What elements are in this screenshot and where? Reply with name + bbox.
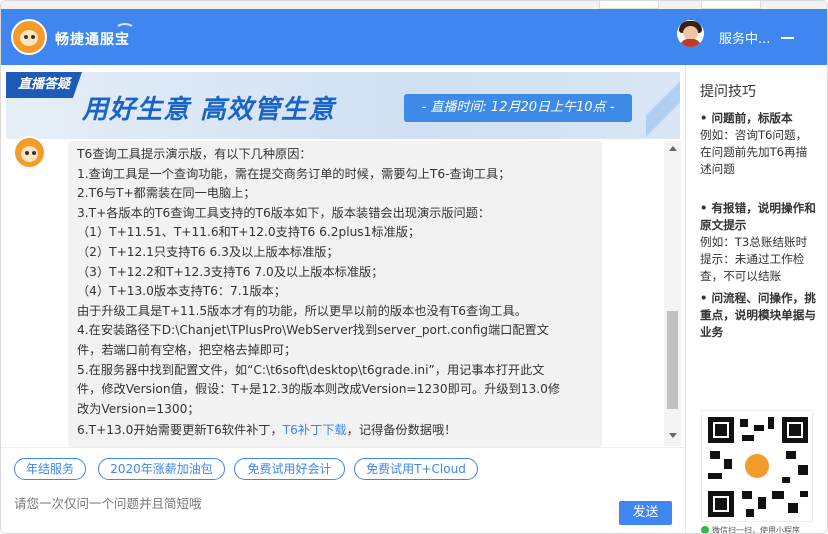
scroll-down-icon[interactable] [669,433,677,438]
tip-body: 例如：咨询T6问题，在问题前先加T6再描述问题 [700,128,808,176]
qr-caption: 微信扫一扫，使用小程序 [701,525,813,533]
quick-reply-chip[interactable]: 2020年涨薪加油包 [98,458,225,480]
wechat-icon [701,526,709,533]
background-tab[interactable] [701,1,761,9]
message-line: 件，修改Version值，假设：T+是12.3的版本则改成Version=123… [77,382,561,397]
message-line: （1）T+11.51、T+11.6和T+12.0支持T6 6.2plus1标准版… [77,225,421,240]
message-line: 4.在安装路径下D:\Chanjet\TPlusPro\WebServer找到s… [77,323,549,338]
message-text: ，记得备份数据哦！ [346,423,457,438]
message-line: （2）T+12.1只支持T6 6.3及以上版本标准版； [77,244,339,259]
tip-heading: • 有报错，说明操作和原文提示 [700,201,816,232]
top-strip [1,1,827,9]
message-text: 6.T+13.0开始需要更新T6软件补丁， [77,423,283,438]
agent-status: 服务中... [719,32,771,47]
minimize-icon[interactable] [781,37,794,39]
message-line: 3.T+各版本的T6查询工具支持的T6版本如下，版本装错会出现演示版问题： [77,205,491,220]
message-input[interactable]: 请您一次仅问一个问题并且简短哦 [14,493,202,512]
background-tab[interactable] [599,1,659,9]
tip-process: • 问流程、问操作，挑重点，说明模块单据与业务 [700,290,818,341]
sidebar-title: 提问技巧 [700,84,756,100]
message-line: 由于升级工具是T+11.5版本才有的功能，所以更早以前的版本也没有T6查询工具。 [77,303,527,318]
tip-error: • 有报错，说明操作和原文提示 例如：T3总账结账时提示：未通过工作检查，不可以… [700,200,818,285]
tips-sidebar: 提问技巧 • 问题前，标版本 例如：咨询T6问题，在问题前先加T6再描述问题 •… [685,65,827,533]
message-line-last: 6.T+13.0开始需要更新T6软件补丁，T6补丁下载，记得备份数据哦！ [77,421,594,441]
banner-decoration [646,72,680,139]
quick-reply-chip[interactable]: 免费试用好会计 [234,458,345,480]
scroll-thumb[interactable] [667,311,678,409]
monkey-logo-icon [11,19,47,55]
chat-window: 畅捷通服宝 服务中... 直播答疑 用好生意 高效管生意 - 直播时间: 12月… [0,0,828,534]
quick-reply-chip[interactable]: 年结服务 [14,458,86,480]
scroll-up-icon[interactable] [669,146,677,151]
header-bar: 畅捷通服宝 服务中... [1,9,827,65]
banner-title: 用好生意 高效管生意 [82,95,336,125]
live-qa-banner[interactable]: 直播答疑 用好生意 高效管生意 - 直播时间: 12月20日上午10点 - [6,72,680,139]
banner-tag: 直播答疑 [6,72,82,98]
message-line: T6查询工具提示演示版，有以下几种原因： [77,147,312,161]
agent-avatar[interactable] [677,20,704,47]
quick-reply-chip[interactable]: 免费试用T+Cloud [354,458,478,480]
message-line: 2.T6与T+都需装在同一电脑上； [77,186,256,201]
message-line: （3）T+12.2和T+12.3支持T6 7.0及以上版本标准版； [77,264,384,279]
tip-body: 例如：T3总账结账时提示：未通过工作检查，不可以结账 [700,235,808,283]
tip-heading: • 问题前，标版本 [700,111,793,125]
bot-avatar-icon [13,136,46,169]
message-line: （4）T+13.0版本支持T6：7.1版本； [77,284,287,299]
message-line: 1.查询工具是一个查询功能，需在提交商务订单的时候，需要勾上T6-查询工具； [77,166,511,181]
qr-code-icon [701,410,813,522]
tip-heading: • 问流程、问操作，挑重点，说明模块单据与业务 [700,291,816,339]
message-line: 5.在服务器中找到配置文件，如“C:\t6soft\desktop\t6grad… [77,362,545,377]
chat-scrollbar[interactable] [664,141,681,446]
send-button[interactable]: 发送 [619,501,672,525]
input-area: 年结服务 2020年涨薪加油包 免费试用好会计 免费试用T+Cloud 请您一次… [1,447,685,533]
message-line: 件，若端口前有空格，把空格去掉即可； [77,342,297,357]
message-line: 改为Version=1300； [77,401,200,416]
tip-version: • 问题前，标版本 例如：咨询T6问题，在问题前先加T6再描述问题 [700,110,818,178]
monkey-logo-icon [742,451,772,481]
patch-download-link[interactable]: T6补丁下载 [283,423,347,437]
signal-icon [115,23,135,37]
message-bubble: T6查询工具提示演示版，有以下几种原因： 1.查询工具是一个查询功能，需在提交商… [68,141,602,447]
banner-time: - 直播时间: 12月20日上午10点 - [404,94,632,122]
